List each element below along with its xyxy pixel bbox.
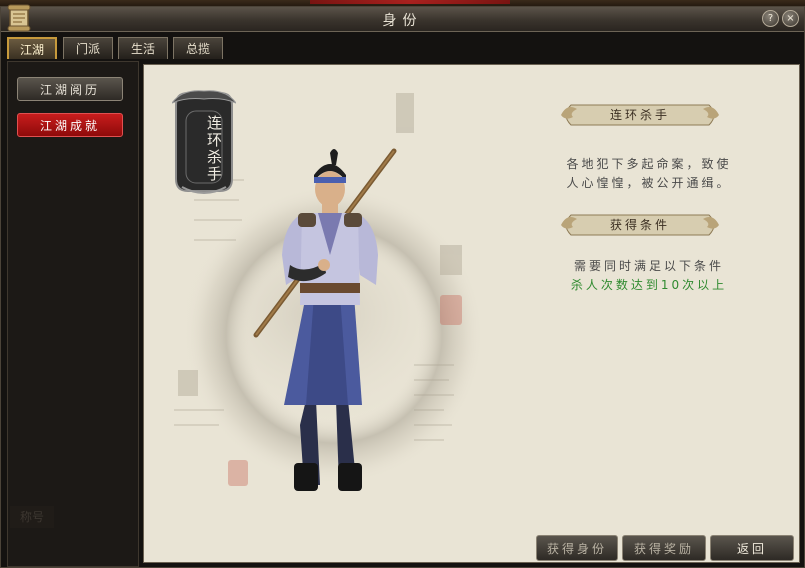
achievement-description-line2: 人心惶惶，被公开通缉。 bbox=[566, 176, 732, 190]
faded-title-label: 称号 bbox=[10, 506, 54, 528]
window-titlebar[interactable]: 身份 ? × bbox=[1, 4, 804, 32]
sidebar-item-achievement[interactable]: 江湖成就 bbox=[17, 113, 123, 137]
achievement-title: 连环杀手 bbox=[609, 108, 670, 122]
get-identity-button[interactable]: 获得身份 bbox=[536, 535, 618, 561]
ink-wash-background bbox=[169, 93, 484, 486]
tab-menpai[interactable]: 门派 bbox=[63, 37, 113, 59]
scene-title-decoration bbox=[310, 0, 510, 4]
back-button[interactable]: 返回 bbox=[710, 535, 794, 561]
get-reward-button[interactable]: 获得奖励 bbox=[622, 535, 706, 561]
character-figure bbox=[253, 148, 397, 491]
tab-zonglan[interactable]: 总揽 bbox=[173, 37, 223, 59]
category-sidebar: 江湖阅历 江湖成就 称号 bbox=[7, 61, 139, 567]
condition-heading: 获得条件 bbox=[609, 218, 670, 232]
tab-shenghuo[interactable]: 生活 bbox=[118, 37, 168, 59]
help-button[interactable]: ? bbox=[762, 10, 779, 27]
sidebar-item-experience[interactable]: 江湖阅历 bbox=[17, 77, 123, 101]
tab-jianghu[interactable]: 江湖 bbox=[7, 37, 57, 59]
identity-window: 身份 ? × 江湖 门派 生活 总揽 江湖阅历 江湖成就 称号 连环杀手 连环杀… bbox=[0, 4, 805, 568]
close-button[interactable]: × bbox=[782, 10, 799, 27]
detail-panel: 连环杀手 连环杀手 各地犯下多起命案，致使 人心惶惶，被公开通缉。 获得条件 需… bbox=[143, 64, 800, 563]
window-title: 身份 bbox=[382, 13, 423, 29]
condition-item: 杀人次数达到10次以上 bbox=[570, 278, 728, 292]
achievement-description-line1: 各地犯下多起命案，致使 bbox=[566, 157, 732, 171]
condition-intro: 需要同时满足以下条件 bbox=[573, 259, 724, 273]
title-badge-text: 连环杀手 bbox=[205, 115, 223, 183]
